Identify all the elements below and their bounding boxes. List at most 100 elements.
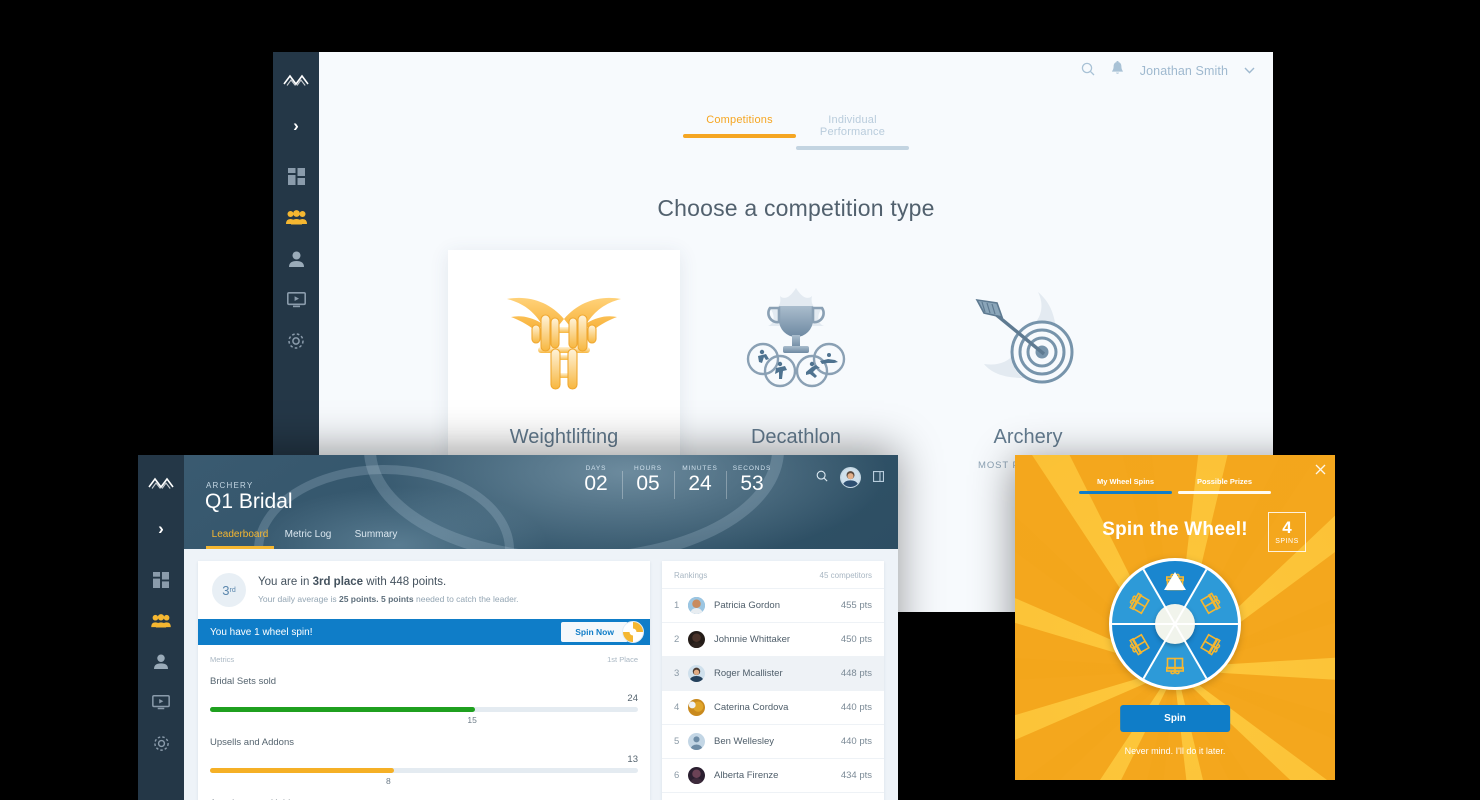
search-icon[interactable] [1081,62,1095,81]
standing-text: You are in 3rd place with 448 points. Yo… [258,576,519,604]
rank-name: Caterina Cordova [714,702,789,713]
spins-remaining-badge: 4 SPINS [1268,512,1306,552]
sidebar-expand-button[interactable]: › [273,102,319,150]
avatar [688,665,705,682]
table-row-partial[interactable] [662,792,884,800]
user-name-label[interactable]: Jonathan Smith [1140,64,1228,78]
rank-points: 455 pts [840,600,872,611]
table-row[interactable]: 5 Ben Wellesley 440 pts [662,724,884,758]
countdown-minutes-label: MINUTES [682,465,718,472]
tab-my-wheel-spins-underline [1079,491,1172,494]
sidebar-item-teams[interactable] [273,200,319,240]
standing-sub-post: needed to catch the leader. [413,594,519,604]
detail-sidebar-item-teams[interactable] [138,603,184,643]
spin-now-button[interactable]: Spin Now [561,622,628,642]
winged-barbell-icon [494,282,634,400]
tab-my-wheel-spins[interactable]: My Wheel Spins [1079,477,1172,494]
detail-sidebar-item-settings[interactable] [138,726,184,766]
countdown-days: DAYS 02 [570,465,622,495]
detail-sidebar-spacer [138,553,184,561]
tab-competitions-label: Competitions [706,114,773,126]
standing-headline: You are in 3rd place with 448 points. [258,576,519,588]
sidebar-item-settings[interactable] [273,323,319,363]
grid-icon [287,168,305,190]
card-archery-title: Archery [993,426,1063,448]
dismiss-link[interactable]: Never mind. I'll do it later. [1015,746,1335,756]
tab-individual-performance-underline [796,146,909,150]
search-icon[interactable] [816,469,828,487]
competition-category: ARCHERY [206,481,254,490]
tab-my-wheel-spins-label: My Wheel Spins [1096,477,1155,486]
rank-points: 440 pts [840,736,872,747]
bell-icon[interactable] [1111,60,1124,81]
tab-summary[interactable]: Summary [342,529,410,549]
countdown-minutes: MINUTES 24 [674,465,726,500]
screenshot-stage: › Jonathan Smith Competitions Individual… [0,0,1480,800]
detail-sidebar-expand-button[interactable]: › [138,505,184,553]
gift-icon [1126,633,1151,658]
page-title: Choose a competition type [657,195,935,221]
metric-row: Bridal Sets sold 24 15 [210,676,638,725]
detail-sidebar-item-media[interactable] [138,685,184,725]
arrow-target-icon [958,282,1098,400]
standing-headline-place: 3rd place [312,576,364,588]
tab-possible-prizes[interactable]: Possible Prizes [1178,477,1271,494]
detail-body: ARCHERY Q1 Bridal DAYS 02 HOURS 05 MINUT… [184,455,898,800]
leaderboard-left-column: 3rd You are in 3rd place with 448 points… [198,561,650,800]
metric-row: Upsells and Addons 13 8 [210,737,638,786]
mountain-logo-icon[interactable] [273,58,319,102]
standing-sub-pre: Your daily average is [258,594,339,604]
sidebar-item-dashboard[interactable] [273,159,319,199]
sidebar-item-profile[interactable] [273,241,319,281]
standing-points-needed: 5 points [381,594,414,604]
rank-position: 1 [674,600,680,611]
rankings-title: Rankings [674,571,708,580]
prize-wheel-pointer [1164,572,1186,590]
mountain-logo-icon[interactable] [138,461,184,505]
competition-hero: ARCHERY Q1 Bridal DAYS 02 HOURS 05 MINUT… [184,455,898,549]
tab-metric-log[interactable]: Metric Log [274,529,342,549]
person-icon [154,654,168,674]
tab-competitions[interactable]: Competitions [683,114,796,150]
table-row[interactable]: 2 Johnnie Whittaker 450 pts [662,622,884,656]
rank-position: 2 [674,634,680,645]
gift-icon [1166,657,1184,675]
card-decathlon-title: Decathlon [750,426,842,448]
table-row[interactable]: 3 Roger Mcallister 448 pts [662,656,884,690]
layout-icon[interactable] [873,469,885,487]
countdown-hours-label: HOURS [634,465,662,472]
rank-points: 434 pts [840,770,872,781]
detail-sidebar-item-profile[interactable] [138,644,184,684]
table-row[interactable]: 1 Patricia Gordon 455 pts [662,588,884,622]
detail-sidebar-item-dashboard[interactable] [138,562,184,602]
sidebar-item-media[interactable] [273,282,319,322]
wheel-spin-banner-text: You have 1 wheel spin! [210,626,313,638]
table-row[interactable]: 4 Caterina Cordova 440 pts [662,690,884,724]
chevron-down-icon[interactable] [1244,66,1255,76]
countdown-timer: DAYS 02 HOURS 05 MINUTES 24 SECONDS 53 [570,465,778,500]
rankings-panel: Rankings 45 competitors 1 Patricia Gordo… [662,561,884,800]
metric-name: Bridal Sets sold [210,676,277,687]
spin-button[interactable]: Spin [1120,705,1230,732]
modal-tabs: My Wheel Spins Possible Prizes [1015,477,1335,494]
place-badge: 3rd [212,573,246,607]
tab-individual-performance[interactable]: Individual Performance [796,114,909,150]
rank-position: 5 [674,736,680,747]
countdown-hours: HOURS 05 [622,465,674,500]
rank-position: 3 [674,668,680,679]
close-icon[interactable] [1315,463,1326,478]
prize-wheel[interactable] [1109,558,1241,690]
spin-wheel-modal: My Wheel Spins Possible Prizes Spin the … [1015,455,1335,780]
person-icon [288,251,304,272]
countdown-days-label: DAYS [585,465,607,472]
spin-wheel-icon [622,621,644,643]
avatar [688,699,705,716]
detail-sidebar: › [138,455,184,800]
countdown-days-value: 02 [584,472,608,495]
avatar[interactable] [840,467,861,488]
countdown-seconds-value: 53 [740,472,764,495]
metrics-header-left: Metrics [210,655,235,664]
avatar [688,767,705,784]
gear-icon [287,332,305,355]
table-row[interactable]: 6 Alberta Firenze 434 pts [662,758,884,792]
